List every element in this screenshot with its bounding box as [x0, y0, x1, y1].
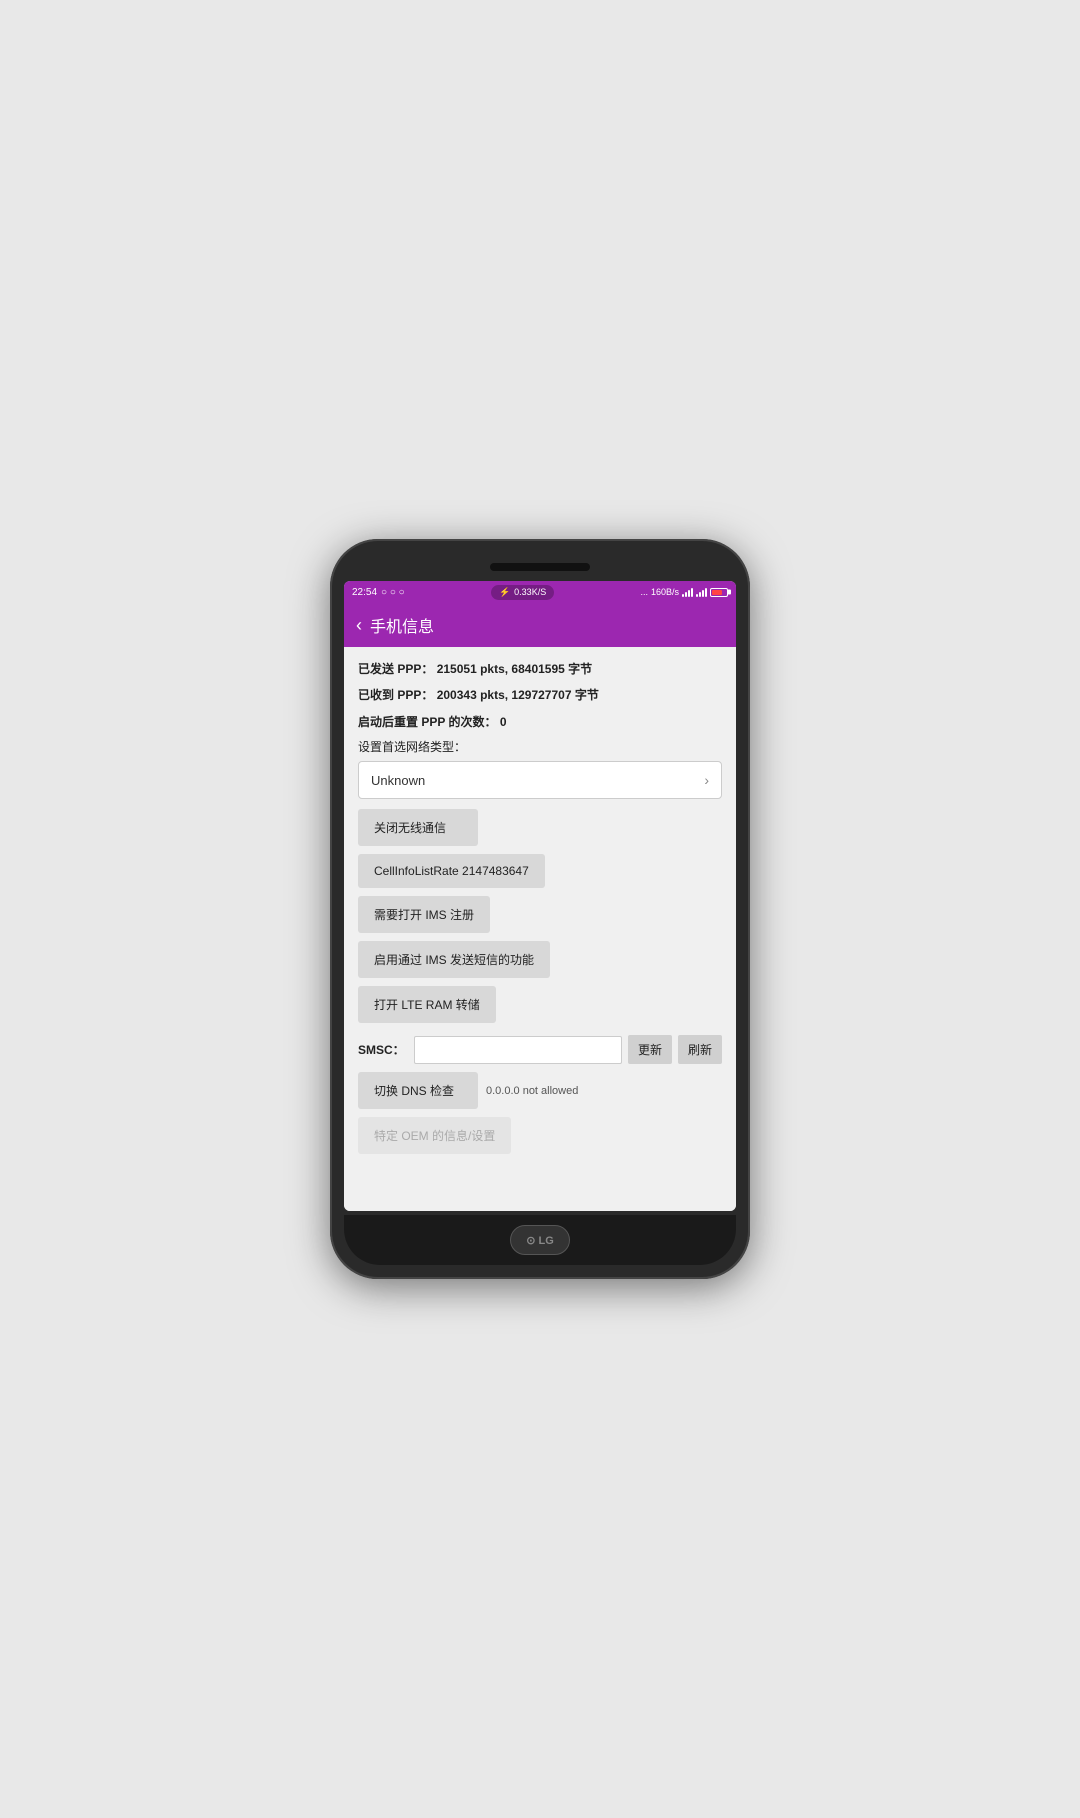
signal-bars-icon [682, 587, 693, 597]
dots-icon: ... [640, 587, 648, 597]
ppp-sent-row: 已发送 PPP： 215051 pkts, 68401595 字节 [358, 659, 722, 679]
smsc-input[interactable] [414, 1036, 622, 1064]
phone-bottom: ⊙ LG [344, 1215, 736, 1265]
ppp-reset-value: 0 [500, 715, 507, 729]
lte-ram-row: 打开 LTE RAM 转储 [358, 986, 722, 1023]
ims-register-row: 需要打开 IMS 注册 [358, 896, 722, 933]
ims-register-button[interactable]: 需要打开 IMS 注册 [358, 896, 490, 933]
close-wireless-button[interactable]: 关闭无线通信 [358, 809, 478, 846]
ppp-reset-label: 启动后重置 PPP 的次数： [358, 715, 496, 729]
close-wireless-row: 关闭无线通信 [358, 809, 722, 846]
ppp-received-label: 已收到 PPP： [358, 688, 433, 702]
back-button[interactable]: ‹ [356, 615, 362, 636]
chevron-right-icon: › [704, 772, 709, 788]
ppp-received-value: 200343 pkts, 129727707 字节 [437, 688, 599, 702]
lightning-icon: ⚡ [499, 587, 510, 598]
smsc-update-button[interactable]: 更新 [628, 1035, 672, 1064]
speaker-grill [490, 563, 590, 571]
ppp-sent-label: 已发送 PPP： [358, 662, 433, 676]
status-time: 22:54 [352, 587, 377, 598]
status-left: 22:54 ○ ○ ○ [352, 587, 405, 598]
page-title: 手机信息 [370, 613, 434, 637]
smsc-refresh-button[interactable]: 刷新 [678, 1035, 722, 1064]
battery-icon [710, 588, 728, 597]
cell-info-row: CellInfoListRate 2147483647 [358, 854, 722, 888]
dns-row: 切换 DNS 检查 0.0.0.0 not allowed [358, 1072, 722, 1109]
speed-right: 160B/s [651, 587, 679, 597]
lg-logo: ⊙ LG [510, 1225, 570, 1255]
ims-sms-button[interactable]: 启用通过 IMS 发送短信的功能 [358, 941, 550, 978]
title-bar: ‹ 手机信息 [344, 603, 736, 647]
ims-sms-row: 启用通过 IMS 发送短信的功能 [358, 941, 722, 978]
status-icons: ○ ○ ○ [381, 587, 405, 598]
phone-screen: 22:54 ○ ○ ○ ⚡ 0.33K/S ... 160B/s [344, 581, 736, 1211]
phone-device: 22:54 ○ ○ ○ ⚡ 0.33K/S ... 160B/s [330, 539, 750, 1279]
dns-status-text: 0.0.0.0 not allowed [486, 1085, 578, 1097]
network-speed: 0.33K/S [514, 587, 546, 597]
content-area: 已发送 PPP： 215051 pkts, 68401595 字节 已收到 PP… [344, 647, 736, 1211]
smsc-label: SMSC： [358, 1041, 408, 1058]
oem-button[interactable]: 特定 OEM 的信息/设置 [358, 1117, 511, 1154]
ppp-reset-row: 启动后重置 PPP 的次数： 0 [358, 712, 722, 732]
lte-ram-button[interactable]: 打开 LTE RAM 转储 [358, 986, 496, 1023]
network-type-label: 设置首选网络类型： [358, 738, 722, 755]
smsc-row: SMSC： 更新 刷新 [358, 1035, 722, 1064]
network-type-value: Unknown [371, 773, 425, 788]
lg-logo-text: ⊙ LG [526, 1234, 554, 1247]
phone-top [344, 553, 736, 581]
dns-check-button[interactable]: 切换 DNS 检查 [358, 1072, 478, 1109]
status-right: ... 160B/s [640, 587, 728, 597]
network-type-dropdown[interactable]: Unknown › [358, 761, 722, 799]
ppp-received-row: 已收到 PPP： 200343 pkts, 129727707 字节 [358, 685, 722, 705]
cell-info-button[interactable]: CellInfoListRate 2147483647 [358, 854, 545, 888]
signal-bars2-icon [696, 587, 707, 597]
oem-row: 特定 OEM 的信息/设置 [358, 1117, 722, 1154]
ppp-sent-value: 215051 pkts, 68401595 字节 [437, 662, 592, 676]
status-bar: 22:54 ○ ○ ○ ⚡ 0.33K/S ... 160B/s [344, 581, 736, 603]
status-speed-center: ⚡ 0.33K/S [491, 585, 554, 600]
